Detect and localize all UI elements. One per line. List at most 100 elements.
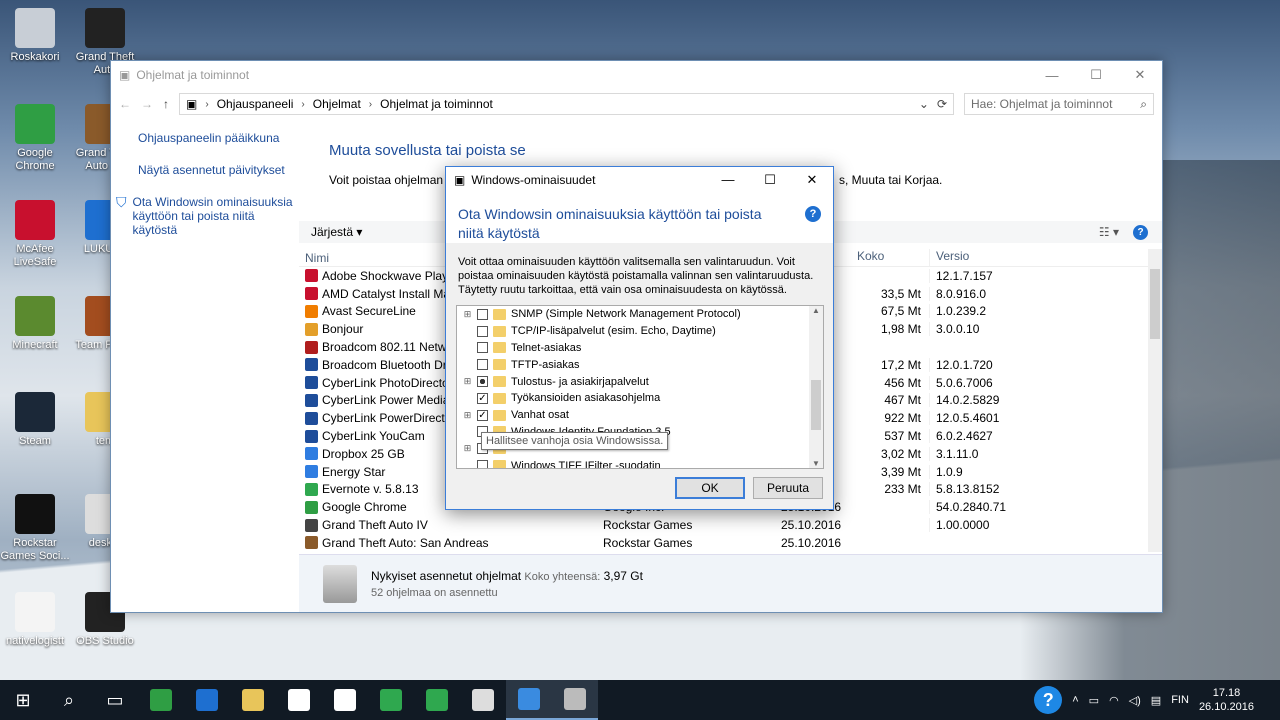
- language-indicator[interactable]: FIN: [1171, 694, 1189, 706]
- breadcrumb-item[interactable]: Ohjauspaneeli: [217, 97, 294, 111]
- explorer-icon: [242, 689, 264, 711]
- dialog-help-icon[interactable]: ?: [805, 206, 821, 222]
- folder-icon: [493, 409, 506, 421]
- expand-icon[interactable]: ⊞: [463, 377, 472, 386]
- taskbar-programs-button[interactable]: [552, 680, 598, 720]
- expand-icon[interactable]: ⊞: [463, 444, 472, 453]
- feature-item[interactable]: TFTP-asiakas: [457, 356, 823, 373]
- feature-item[interactable]: ✓ Työkansioiden asiakasohjelma: [457, 390, 823, 407]
- feature-item[interactable]: Telnet-asiakas: [457, 340, 823, 357]
- app-icon: [305, 393, 318, 407]
- nav-link-control-panel-home[interactable]: Ohjauspaneelin pääikkuna: [138, 131, 296, 145]
- taskbar-search-button[interactable]: ⌕: [46, 680, 92, 720]
- feature-checkbox[interactable]: [477, 376, 488, 388]
- window-titlebar[interactable]: ▣ Ohjelmat ja toiminnot — ☐ ✕: [111, 61, 1162, 89]
- scrollbar-thumb[interactable]: [1150, 269, 1160, 339]
- feature-item[interactable]: TCP/IP-lisäpalvelut (esim. Echo, Daytime…: [457, 323, 823, 340]
- table-row[interactable]: Grand Theft Auto IV Rockstar Games 25.10.2…: [299, 516, 1162, 534]
- desktop-icon[interactable]: Google Chrome: [0, 104, 70, 173]
- back-arrow-icon[interactable]: ←: [119, 97, 131, 111]
- notifications-icon[interactable]: ▤: [1151, 694, 1161, 707]
- taskbar-amazon-button[interactable]: [322, 680, 368, 720]
- battery-icon[interactable]: ▭: [1089, 694, 1099, 707]
- volume-icon[interactable]: ◁): [1129, 694, 1141, 707]
- clock[interactable]: 17.18 26.10.2016: [1199, 686, 1254, 714]
- scroll-down-icon[interactable]: ▼: [809, 459, 823, 468]
- taskbar-chrome-button[interactable]: [138, 680, 184, 720]
- taskbar-task-view-button[interactable]: ▭: [92, 680, 138, 720]
- forward-arrow-icon[interactable]: →: [141, 97, 153, 111]
- dialog-close-button[interactable]: ✕: [791, 172, 833, 188]
- help-icon[interactable]: ?: [1133, 224, 1148, 240]
- feature-checkbox[interactable]: [477, 460, 488, 468]
- search-input[interactable]: Hae: Ohjelmat ja toiminnot ⌕: [964, 93, 1154, 115]
- taskbar-store-button[interactable]: [276, 680, 322, 720]
- feature-checkbox[interactable]: [477, 359, 488, 371]
- nav-link-installed-updates[interactable]: Näytä asennetut päivitykset: [138, 163, 296, 177]
- edge-icon: [196, 689, 218, 711]
- feature-item[interactable]: ⊞ Tulostus- ja asiakirjapalvelut: [457, 373, 823, 390]
- feature-item[interactable]: ⊞ SNMP (Simple Network Management Protoco…: [457, 306, 823, 323]
- task-view-icon: ▭: [106, 689, 124, 710]
- feature-checkbox[interactable]: [477, 342, 488, 354]
- taskbar-apps: ⊞ ⌕ ▭: [0, 680, 598, 720]
- cell-size: 233 Mt: [884, 482, 921, 497]
- feature-checkbox[interactable]: ✓: [477, 392, 488, 404]
- dialog-heading: Ota Windowsin ominaisuuksia käyttöön tai…: [458, 206, 762, 241]
- close-button[interactable]: ✕: [1118, 61, 1162, 89]
- ok-button[interactable]: OK: [675, 477, 745, 499]
- table-scrollbar[interactable]: [1148, 249, 1162, 552]
- feature-checkbox[interactable]: ✓: [477, 409, 488, 421]
- cell-version: 54.0.2840.71: [929, 500, 1109, 515]
- desktop-icon[interactable]: Roskakori: [0, 8, 70, 64]
- taskbar-game-button[interactable]: [414, 680, 460, 720]
- features-scrollbar[interactable]: ▲ ▼: [809, 306, 823, 468]
- refresh-icon[interactable]: ⟳: [937, 97, 947, 111]
- expand-icon[interactable]: ⊞: [463, 410, 472, 420]
- feature-checkbox[interactable]: [477, 325, 488, 337]
- taskbar-explorer-button[interactable]: [230, 680, 276, 720]
- expand-icon: [463, 343, 472, 352]
- desktop-icon[interactable]: McAfee LiveSafe: [0, 200, 70, 269]
- dialog-minimize-button[interactable]: —: [707, 172, 749, 188]
- desktop-icon[interactable]: nativelogistt: [0, 592, 70, 648]
- taskbar-start-button[interactable]: ⊞: [0, 680, 46, 720]
- view-options-icon[interactable]: ☷ ▾: [1099, 225, 1119, 239]
- taskbar-obs-button[interactable]: [460, 680, 506, 720]
- scroll-up-icon[interactable]: ▲: [809, 306, 823, 315]
- app-name: Broadcom 802.11 Networ: [322, 340, 458, 355]
- dialog-maximize-button[interactable]: ☐: [749, 172, 791, 188]
- dialog-titlebar[interactable]: ▣ Windows-ominaisuudet — ☐ ✕: [446, 167, 833, 193]
- chevron-up-icon[interactable]: ˄: [1072, 694, 1078, 706]
- feature-item[interactable]: ⊞ ✓ Vanhat osat: [457, 407, 823, 424]
- taskbar-control-panel-button[interactable]: [506, 680, 552, 720]
- nav-link-windows-features[interactable]: Ota Windowsin ominaisuuksia käyttöön tai…: [133, 195, 297, 237]
- taskbar-edge-button[interactable]: [184, 680, 230, 720]
- minimize-button[interactable]: —: [1030, 61, 1074, 89]
- expand-icon: [463, 394, 472, 403]
- help-tray-icon[interactable]: ?: [1034, 686, 1063, 714]
- up-arrow-icon[interactable]: ↑: [163, 97, 169, 111]
- taskbar-tripadvisor-button[interactable]: [368, 680, 414, 720]
- desktop-icon[interactable]: Minecraft: [0, 296, 70, 352]
- desktop-icon[interactable]: Steam: [0, 392, 70, 448]
- expand-icon[interactable]: ⊞: [463, 309, 472, 319]
- column-header-size[interactable]: Koko: [853, 249, 929, 266]
- wifi-icon[interactable]: ◠: [1109, 694, 1119, 707]
- table-row[interactable]: Grand Theft Auto: San Andreas Rockstar Ga…: [299, 534, 1162, 552]
- feature-item[interactable]: Windows TIFF IFilter -suodatin: [457, 457, 823, 468]
- breadcrumb-item[interactable]: Ohjelmat: [313, 97, 361, 111]
- breadcrumb-item[interactable]: Ohjelmat ja toiminnot: [380, 97, 493, 111]
- address-box[interactable]: ▣ › Ohjauspaneeli › Ohjelmat › Ohjelmat …: [179, 93, 954, 115]
- organize-button[interactable]: Järjestä ▾: [311, 225, 362, 239]
- feature-checkbox[interactable]: [477, 308, 488, 320]
- features-scrollbar-thumb[interactable]: [811, 380, 821, 430]
- cell-version: 5.8.13.8152: [929, 482, 1109, 497]
- column-header-version[interactable]: Versio: [929, 249, 1109, 266]
- desktop-icon[interactable]: Rockstar Games Soci...: [0, 494, 70, 563]
- cancel-button[interactable]: Peruuta: [753, 477, 823, 499]
- cell-version: 12.0.1.720: [929, 357, 1109, 372]
- search-icon[interactable]: ⌕: [1140, 97, 1147, 112]
- dropdown-chevron-icon[interactable]: ⌄: [919, 97, 929, 111]
- maximize-button[interactable]: ☐: [1074, 61, 1118, 89]
